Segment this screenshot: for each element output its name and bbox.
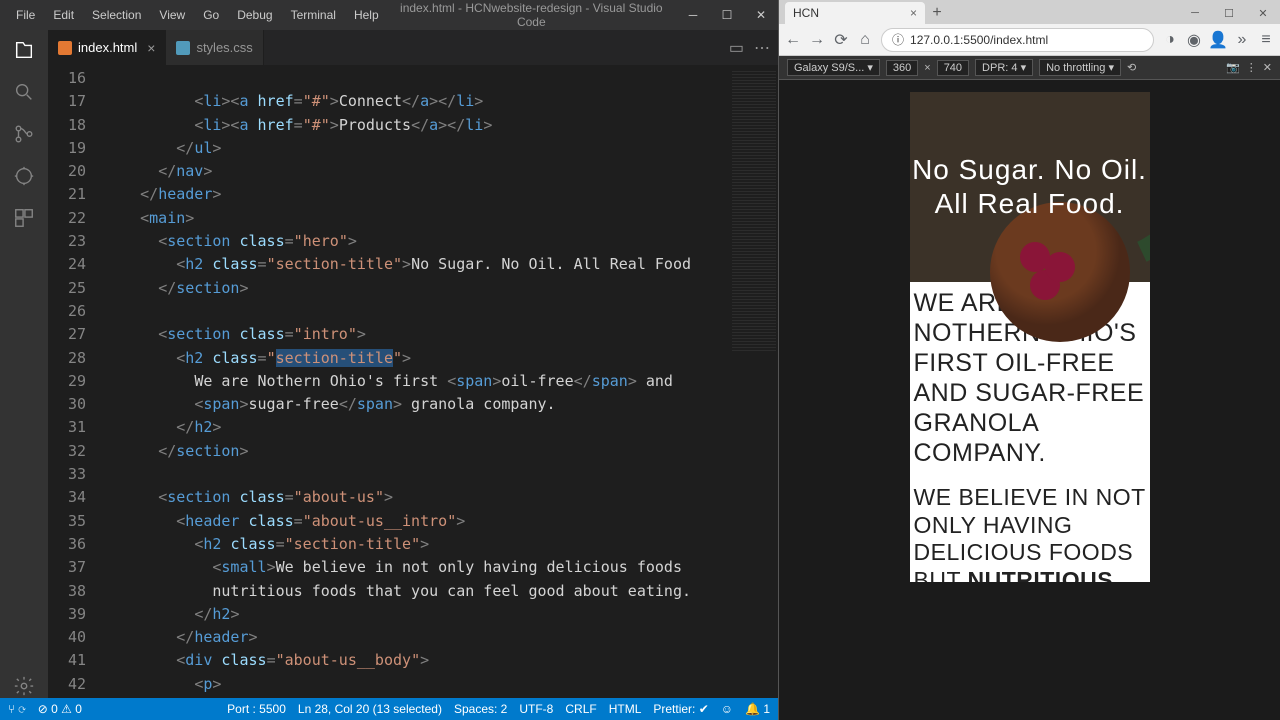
extension-icon[interactable]: ◉ bbox=[1186, 32, 1202, 48]
editor-actions: ▭ ⋯ bbox=[729, 30, 778, 65]
page-preview[interactable]: No Sugar. No Oil.All Real Food. We are N… bbox=[910, 92, 1150, 582]
dimension-separator: × bbox=[924, 62, 930, 74]
forward-icon[interactable]: → bbox=[809, 32, 825, 48]
window-controls: ─ ☐ ✕ bbox=[676, 0, 778, 30]
close-icon[interactable]: × bbox=[147, 40, 155, 56]
menu-view[interactable]: View bbox=[151, 4, 193, 26]
menu-edit[interactable]: Edit bbox=[45, 4, 82, 26]
menu-go[interactable]: Go bbox=[195, 4, 227, 26]
settings-icon[interactable] bbox=[12, 674, 36, 698]
profile-icon[interactable]: 👤 bbox=[1210, 32, 1226, 48]
eol[interactable]: CRLF bbox=[565, 702, 596, 716]
code-content: <li><a href="#">Connect</a></li> <li><a … bbox=[104, 65, 730, 698]
activity-bar bbox=[0, 30, 48, 698]
notifications-icon[interactable]: 🔔 1 bbox=[745, 702, 770, 716]
close-button[interactable]: ✕ bbox=[1246, 2, 1280, 24]
code-editor[interactable]: 16 17 18 19 20 21 22 23 24 25 26 27 28 2… bbox=[48, 65, 778, 698]
debug-icon[interactable] bbox=[12, 164, 36, 188]
device-select[interactable]: Galaxy S9/S... ▾ bbox=[787, 59, 880, 76]
new-tab-button[interactable]: + bbox=[925, 2, 949, 24]
tab-bar: index.html × styles.css ▭ ⋯ bbox=[48, 30, 778, 65]
status-bar: ⑂ ⟳ ⊘ 0 ⚠ 0 Port : 5500 Ln 28, Col 20 (1… bbox=[0, 698, 778, 720]
cursor-position[interactable]: Ln 28, Col 20 (13 selected) bbox=[298, 702, 442, 716]
minimap[interactable] bbox=[730, 65, 778, 698]
tab-styles-css[interactable]: styles.css bbox=[166, 30, 263, 65]
browser-chrome: HCN × + ─ ☐ ✕ ← → ⟳ ⌂ ⓘ 127.0.0.1:5500/ind… bbox=[779, 0, 1280, 80]
device-toolbar: Galaxy S9/S... ▾ 360 × 740 DPR: 4 ▾ No t… bbox=[779, 56, 1280, 80]
close-button[interactable]: ✕ bbox=[744, 0, 778, 30]
url-input[interactable]: ⓘ 127.0.0.1:5500/index.html bbox=[881, 28, 1154, 52]
hero-section: No Sugar. No Oil.All Real Food. bbox=[910, 92, 1150, 282]
home-icon[interactable]: ⌂ bbox=[857, 32, 873, 48]
git-branch[interactable]: ⑂ ⟳ bbox=[8, 702, 26, 716]
css-file-icon bbox=[176, 41, 190, 55]
search-icon[interactable] bbox=[12, 80, 36, 104]
height-input[interactable]: 740 bbox=[937, 60, 969, 76]
more-icon[interactable]: ⋮ bbox=[1246, 61, 1257, 74]
browser-tab-hcn[interactable]: HCN × bbox=[785, 2, 925, 24]
source-control-icon[interactable] bbox=[12, 122, 36, 146]
tab-index-html[interactable]: index.html × bbox=[48, 30, 166, 65]
more-icon[interactable]: ⋯ bbox=[754, 38, 770, 58]
dpr-select[interactable]: DPR: 4 ▾ bbox=[975, 59, 1033, 76]
window-title: index.html - HCNwebsite-redesign - Visua… bbox=[387, 1, 676, 29]
explorer-icon[interactable] bbox=[12, 38, 36, 62]
menu-icon[interactable]: ≡ bbox=[1258, 32, 1274, 48]
tab-label: index.html bbox=[78, 40, 137, 55]
width-input[interactable]: 360 bbox=[886, 60, 918, 76]
tab-label: HCN bbox=[793, 6, 819, 20]
chevron-icon[interactable]: » bbox=[1234, 32, 1250, 48]
live-server-port[interactable]: Port : 5500 bbox=[227, 702, 286, 716]
language-mode[interactable]: HTML bbox=[609, 702, 642, 716]
bowl-image bbox=[990, 202, 1130, 342]
rotate-icon[interactable]: ⟲ bbox=[1127, 61, 1136, 74]
menu-selection[interactable]: Selection bbox=[84, 4, 149, 26]
menu-terminal[interactable]: Terminal bbox=[283, 4, 344, 26]
encoding[interactable]: UTF-8 bbox=[519, 702, 553, 716]
prettier-status[interactable]: Prettier: ✔ bbox=[653, 702, 708, 716]
feedback-icon[interactable]: ☺ bbox=[721, 702, 733, 716]
browser-window: HCN × + ─ ☐ ✕ ← → ⟳ ⌂ ⓘ 127.0.0.1:5500/ind… bbox=[778, 0, 1280, 720]
maximize-button[interactable]: ☐ bbox=[710, 0, 744, 30]
line-numbers: 16 17 18 19 20 21 22 23 24 25 26 27 28 2… bbox=[48, 65, 104, 698]
menu-file[interactable]: File bbox=[8, 4, 43, 26]
browser-tabs: HCN × + ─ ☐ ✕ bbox=[779, 0, 1280, 24]
back-icon[interactable]: ← bbox=[785, 32, 801, 48]
errors-warnings[interactable]: ⊘ 0 ⚠ 0 bbox=[38, 702, 82, 716]
html-file-icon bbox=[58, 41, 72, 55]
editor-area: index.html × styles.css ▭ ⋯ 16 17 18 19 2… bbox=[48, 30, 778, 698]
split-editor-icon[interactable]: ▭ bbox=[729, 38, 744, 58]
hero-heading: No Sugar. No Oil.All Real Food. bbox=[912, 153, 1147, 220]
device-viewport: No Sugar. No Oil.All Real Food. We are N… bbox=[779, 80, 1280, 720]
screenshot-icon[interactable]: 📷 bbox=[1226, 61, 1240, 74]
minimize-button[interactable]: ─ bbox=[676, 0, 710, 30]
url-text: 127.0.0.1:5500/index.html bbox=[910, 33, 1048, 47]
address-bar: ← → ⟳ ⌂ ⓘ 127.0.0.1:5500/index.html ◑ ◉ 👤… bbox=[779, 24, 1280, 56]
menu-debug[interactable]: Debug bbox=[229, 4, 280, 26]
close-icon[interactable]: × bbox=[910, 6, 917, 20]
titlebar: File Edit Selection View Go Debug Termin… bbox=[0, 0, 778, 30]
extension-icon[interactable]: ◑ bbox=[1162, 32, 1178, 48]
vscode-window: File Edit Selection View Go Debug Termin… bbox=[0, 0, 778, 720]
close-devtools-icon[interactable]: ✕ bbox=[1263, 61, 1272, 74]
maximize-button[interactable]: ☐ bbox=[1212, 2, 1246, 24]
menu-help[interactable]: Help bbox=[346, 4, 387, 26]
browser-window-controls: ─ ☐ ✕ bbox=[1178, 2, 1280, 24]
indentation[interactable]: Spaces: 2 bbox=[454, 702, 507, 716]
about-heading: We believe in not only having delicious … bbox=[914, 484, 1146, 582]
menu-bar: File Edit Selection View Go Debug Termin… bbox=[0, 4, 387, 26]
minimize-button[interactable]: ─ bbox=[1178, 2, 1212, 24]
tab-label: styles.css bbox=[196, 40, 252, 55]
extensions-icon[interactable] bbox=[12, 206, 36, 230]
throttle-select[interactable]: No throttling ▾ bbox=[1039, 59, 1121, 76]
info-icon: ⓘ bbox=[892, 31, 904, 48]
reload-icon[interactable]: ⟳ bbox=[833, 32, 849, 48]
